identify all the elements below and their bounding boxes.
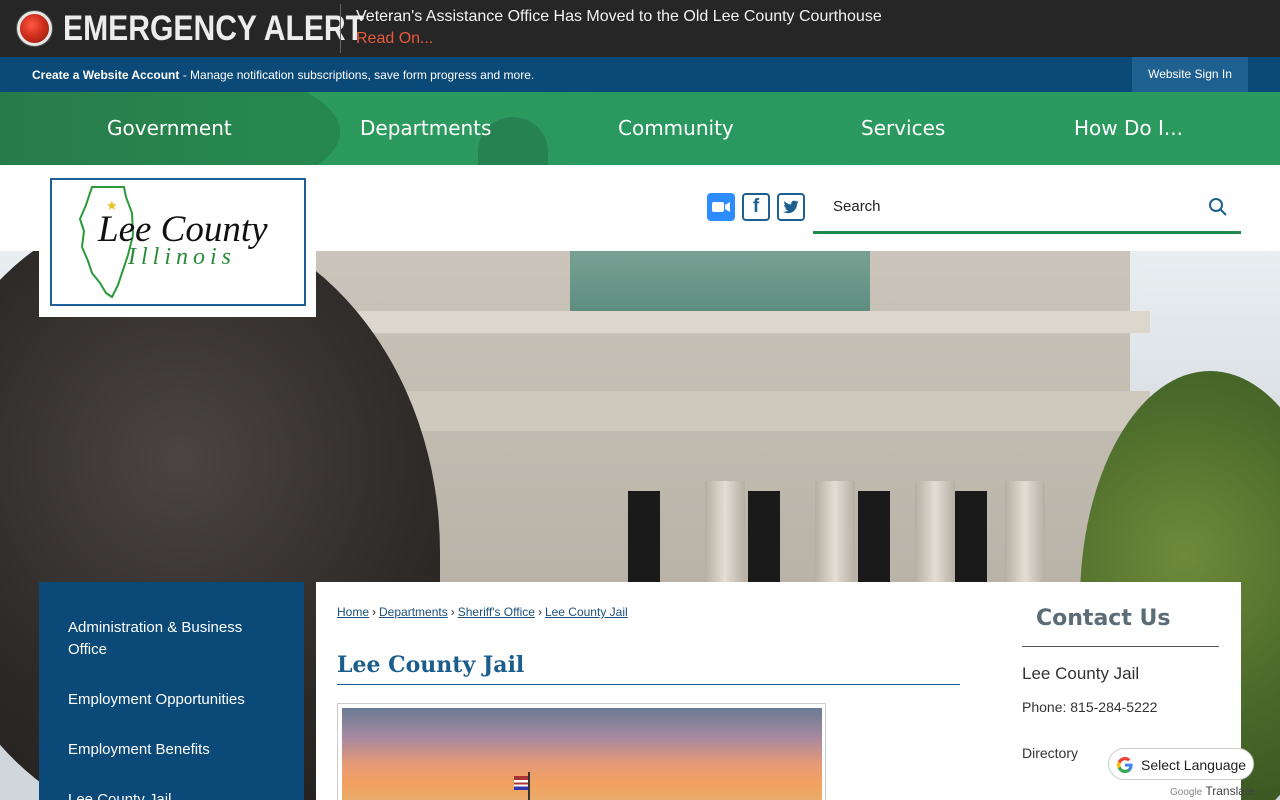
alert-title: EMERGENCY ALERT bbox=[63, 9, 365, 48]
twitter-bird-icon bbox=[783, 200, 799, 214]
breadcrumb-separator: › bbox=[450, 605, 455, 619]
sidebar-item-lee-county-jail[interactable]: Lee County Jail bbox=[68, 789, 268, 800]
courthouse-window bbox=[955, 491, 987, 591]
twitter-icon[interactable] bbox=[777, 193, 805, 221]
search-input[interactable] bbox=[833, 194, 1193, 218]
website-sign-in-button[interactable]: Website Sign In bbox=[1132, 57, 1248, 92]
create-account-link[interactable]: Create a Website Account bbox=[32, 68, 179, 82]
select-language-label: Select Language bbox=[1141, 757, 1247, 773]
courthouse-window bbox=[858, 491, 890, 591]
alert-message[interactable]: Veteran's Assistance Office Has Moved to… bbox=[356, 8, 882, 26]
contact-phone: Phone: 815-284-5222 bbox=[1022, 699, 1158, 715]
google-wordmark: Google bbox=[1170, 787, 1203, 798]
flagpole bbox=[528, 772, 530, 800]
alert-read-on-link[interactable]: Read On... bbox=[356, 30, 433, 48]
breadcrumb-separator: › bbox=[537, 605, 542, 619]
courthouse-frieze bbox=[330, 391, 1150, 431]
sunset-photo bbox=[342, 708, 822, 800]
search-icon[interactable] bbox=[1207, 196, 1229, 218]
nav-item-how-do-i[interactable]: How Do I... bbox=[1074, 116, 1183, 140]
zoom-icon[interactable] bbox=[707, 193, 735, 221]
nav-item-government[interactable]: Government bbox=[107, 116, 232, 140]
account-bar: Create a Website Account - Manage notifi… bbox=[0, 57, 1280, 92]
page-title: Lee County Jail bbox=[337, 652, 525, 678]
courthouse-column bbox=[1005, 481, 1045, 591]
jail-photo bbox=[337, 703, 826, 800]
breadcrumb: Home › Departments › Sheriff's Office › Lee Co… bbox=[337, 605, 628, 619]
sidebar-item-administration[interactable]: Administration & Business Office bbox=[68, 617, 268, 661]
breadcrumb-sheriffs-office[interactable]: Sheriff's Office bbox=[458, 605, 535, 619]
main-content: Home › Departments › Sheriff's Office › Lee Co… bbox=[316, 582, 1241, 800]
breadcrumb-separator: › bbox=[372, 605, 377, 619]
breadcrumb-lee-county-jail[interactable]: Lee County Jail bbox=[545, 605, 628, 619]
title-divider bbox=[337, 684, 960, 685]
site-logo[interactable]: ★ Lee County Illinois bbox=[39, 165, 316, 317]
account-description: - Manage notification subscriptions, sav… bbox=[179, 68, 535, 82]
courthouse-column bbox=[815, 481, 855, 591]
logo-subtitle: Illinois bbox=[128, 244, 237, 270]
sidebar-item-employment-opportunities[interactable]: Employment Opportunities bbox=[68, 689, 268, 711]
contact-us-heading: Contact Us bbox=[1036, 606, 1171, 631]
flag-icon bbox=[514, 776, 528, 790]
translate-label: Translate bbox=[1205, 784, 1255, 798]
alert-light-icon bbox=[17, 11, 52, 46]
courthouse-column bbox=[705, 481, 745, 591]
breadcrumb-departments[interactable]: Departments bbox=[379, 605, 448, 619]
facebook-icon[interactable]: f bbox=[742, 193, 770, 221]
courthouse-cornice bbox=[330, 311, 1150, 333]
breadcrumb-home[interactable]: Home bbox=[337, 605, 369, 619]
emergency-alert-bar: EMERGENCY ALERT Veteran's Assistance Off… bbox=[0, 0, 1280, 57]
nav-item-community[interactable]: Community bbox=[618, 116, 734, 140]
contact-name: Lee County Jail bbox=[1022, 664, 1140, 683]
nav-item-departments[interactable]: Departments bbox=[360, 116, 491, 140]
main-nav: Government Departments Community Service… bbox=[0, 92, 1280, 165]
courthouse-window bbox=[748, 491, 780, 591]
search-box bbox=[813, 180, 1241, 234]
sidebar-nav: Administration & Business Office Employm… bbox=[39, 582, 304, 800]
nav-item-services[interactable]: Services bbox=[861, 116, 945, 140]
powered-by-google-translate[interactable]: Google Translate bbox=[1170, 784, 1255, 798]
google-g-icon bbox=[1117, 757, 1133, 773]
alert-divider bbox=[340, 4, 341, 53]
courthouse-dome bbox=[570, 251, 870, 311]
account-text: Create a Website Account - Manage notifi… bbox=[32, 68, 534, 82]
courthouse-window bbox=[628, 491, 660, 591]
contact-divider bbox=[1022, 646, 1219, 647]
sidebar-item-employment-benefits[interactable]: Employment Benefits bbox=[68, 739, 268, 761]
logo-frame: ★ Lee County Illinois bbox=[50, 178, 306, 306]
zoom-camera-icon bbox=[712, 202, 730, 212]
select-language-dropdown[interactable]: Select Language bbox=[1108, 748, 1254, 780]
courthouse-column bbox=[915, 481, 955, 591]
contact-directory-link[interactable]: Directory bbox=[1022, 745, 1078, 761]
